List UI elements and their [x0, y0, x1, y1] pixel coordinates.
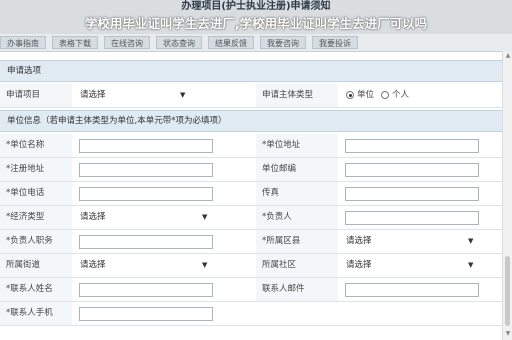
community-select[interactable]: 请选择 ▼	[346, 258, 476, 273]
scrollbar[interactable]: ▲ ▼	[502, 51, 512, 340]
page-title: 办理项目(护士执业注册)申请须知	[181, 1, 331, 12]
econ-type-select[interactable]: 请选择 ▼	[80, 210, 210, 225]
radio-unit[interactable]	[346, 91, 354, 99]
dropdown-arrow-icon: ▼	[468, 237, 474, 245]
econ-type-label: *经济类型	[6, 212, 45, 222]
principal-label: *负责人	[262, 212, 292, 222]
tab-guide[interactable]: 办事指南	[0, 36, 46, 49]
street-select[interactable]: 请选择 ▼	[80, 258, 210, 273]
contact-mobile-label: *联系人手机	[6, 308, 53, 318]
region-select[interactable]: 请选择 ▼	[346, 234, 476, 249]
tab-status[interactable]: 状态查询	[156, 36, 202, 49]
select-value: 请选择	[80, 90, 106, 100]
scroll-down-icon[interactable]: ▼	[504, 330, 512, 338]
contact-name-input[interactable]	[79, 283, 213, 297]
form-row: *单位名称 *单位地址	[0, 134, 512, 158]
form-row: *联系人姓名 联系人邮件	[0, 278, 512, 302]
subject-type-label: 申请主体类型	[262, 90, 314, 100]
form-row: *经济类型 请选择 ▼ *负责人	[0, 206, 512, 230]
tab-feedback[interactable]: 结果反馈	[208, 36, 254, 49]
select-value: 请选择	[346, 236, 372, 246]
section-header-apply: 申请选项	[0, 60, 512, 82]
unit-name-input[interactable]	[79, 139, 213, 153]
apply-row: 申请项目 请选择 ▼ 申请主体类型 单位 个人	[0, 84, 512, 108]
contact-mobile-input[interactable]	[79, 307, 213, 321]
form-row: *注册地址 单位邮编	[0, 158, 512, 182]
scroll-thumb[interactable]	[505, 256, 510, 326]
dropdown-arrow-icon: ▼	[202, 213, 208, 221]
radio-person[interactable]	[381, 91, 389, 99]
nav-tabs: 办事指南 表格下载 在线咨询 状态查询 结果反馈 我要咨询 我要投诉	[0, 34, 512, 52]
tab-complain[interactable]: 我要投诉	[312, 36, 358, 49]
form-row: 所属街道 请选择 ▼ 所属社区 请选择 ▼	[0, 254, 512, 278]
contact-email-label: 联系人邮件	[262, 284, 305, 294]
unit-address-input[interactable]	[345, 139, 479, 153]
unit-zip-input[interactable]	[345, 163, 479, 177]
apply-item-label: 申请项目	[6, 90, 41, 100]
street-label: 所属街道	[6, 260, 41, 270]
radio-person-label: 个人	[392, 90, 410, 100]
contact-name-label: *联系人姓名	[6, 284, 53, 294]
unit-phone-input[interactable]	[79, 187, 213, 201]
unit-address-label: *单位地址	[262, 140, 301, 150]
principal-title-input[interactable]	[79, 235, 213, 249]
community-label: 所属社区	[262, 260, 297, 270]
select-value: 请选择	[346, 260, 372, 270]
unit-zip-label: 单位邮编	[262, 164, 297, 174]
tab-online-consult[interactable]: 在线咨询	[104, 36, 150, 49]
select-value: 请选择	[80, 212, 106, 222]
principal-input[interactable]	[345, 211, 479, 225]
form-row: *负责人职务 *所属区县 请选择 ▼	[0, 230, 512, 254]
unit-phone-label: *单位电话	[6, 188, 45, 198]
tab-forms[interactable]: 表格下载	[52, 36, 98, 49]
unit-name-label: *单位名称	[6, 140, 45, 150]
fax-input[interactable]	[345, 187, 479, 201]
section-header-unit: 单位信息（若申请主体类型为单位,本单元带*项为必填项）	[0, 110, 512, 132]
dropdown-arrow-icon: ▼	[180, 91, 186, 99]
dropdown-arrow-icon: ▼	[202, 261, 208, 269]
fax-label: 传真	[262, 188, 280, 198]
form-row: *单位电话 传真	[0, 182, 512, 206]
select-value: 请选择	[80, 260, 106, 270]
radio-unit-label: 单位	[357, 90, 375, 100]
principal-title-label: *负责人职务	[6, 236, 53, 246]
reg-address-label: *注册地址	[6, 164, 45, 174]
section-title: 申请选项	[7, 66, 42, 76]
dropdown-arrow-icon: ▼	[468, 261, 474, 269]
scroll-up-icon[interactable]: ▲	[504, 52, 512, 60]
section-title: 单位信息（若申请主体类型为单位,本单元带*项为必填项）	[7, 116, 227, 126]
region-label: *所属区县	[262, 236, 301, 246]
form-row: *联系人手机	[0, 302, 512, 326]
reg-address-input[interactable]	[79, 163, 213, 177]
apply-item-select[interactable]: 请选择 ▼	[80, 88, 188, 103]
tab-consult[interactable]: 我要咨询	[260, 36, 306, 49]
watermark-text: 学校用毕业证叫学生去进厂,学校用毕业证叫学生去进厂可以吗	[84, 16, 428, 31]
contact-email-input[interactable]	[345, 283, 479, 297]
